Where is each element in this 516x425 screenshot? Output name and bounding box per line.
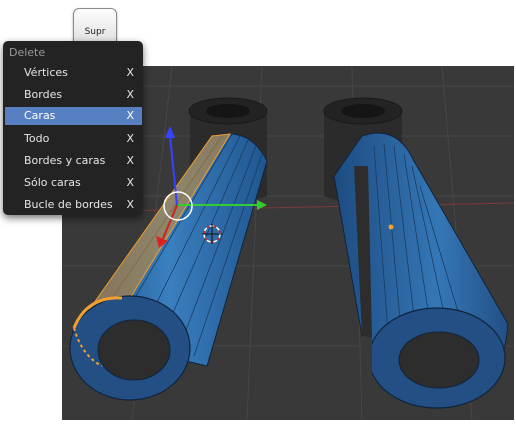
menu-item-label: Caras	[24, 109, 56, 122]
menu-item-only-faces[interactable]: Sólo caras X	[5, 174, 142, 192]
menu-item-shortcut: X	[126, 109, 134, 122]
menu-item-edges-and-faces[interactable]: Bordes y caras X	[5, 152, 142, 170]
menu-item-label: Todo	[24, 132, 50, 145]
menu-item-shortcut: X	[126, 88, 134, 101]
menu-title: Delete	[9, 46, 46, 59]
menu-item-all[interactable]: Todo X	[5, 130, 142, 148]
menu-item-label: Sólo caras	[24, 176, 81, 189]
delete-menu: Delete Vértices X Bordes X Caras X Todo …	[3, 41, 143, 215]
menu-item-label: Bordes	[24, 88, 63, 101]
menu-item-edges[interactable]: Bordes X	[5, 86, 142, 104]
menu-item-edge-loop[interactable]: Bucle de bordes X	[5, 196, 142, 214]
menu-item-shortcut: X	[126, 66, 134, 79]
menu-item-vertices[interactable]: Vértices X	[5, 64, 142, 82]
menu-item-faces[interactable]: Caras X	[5, 107, 142, 125]
object-origin	[388, 224, 394, 230]
menu-item-label: Bucle de bordes	[24, 198, 113, 211]
supr-key-label: Supr	[84, 27, 106, 37]
menu-item-shortcut: X	[126, 132, 134, 145]
menu-item-label: Vértices	[24, 66, 68, 79]
menu-item-shortcut: X	[126, 198, 134, 211]
menu-item-shortcut: X	[126, 176, 134, 189]
menu-item-label: Bordes y caras	[24, 154, 106, 167]
menu-item-shortcut: X	[126, 154, 134, 167]
